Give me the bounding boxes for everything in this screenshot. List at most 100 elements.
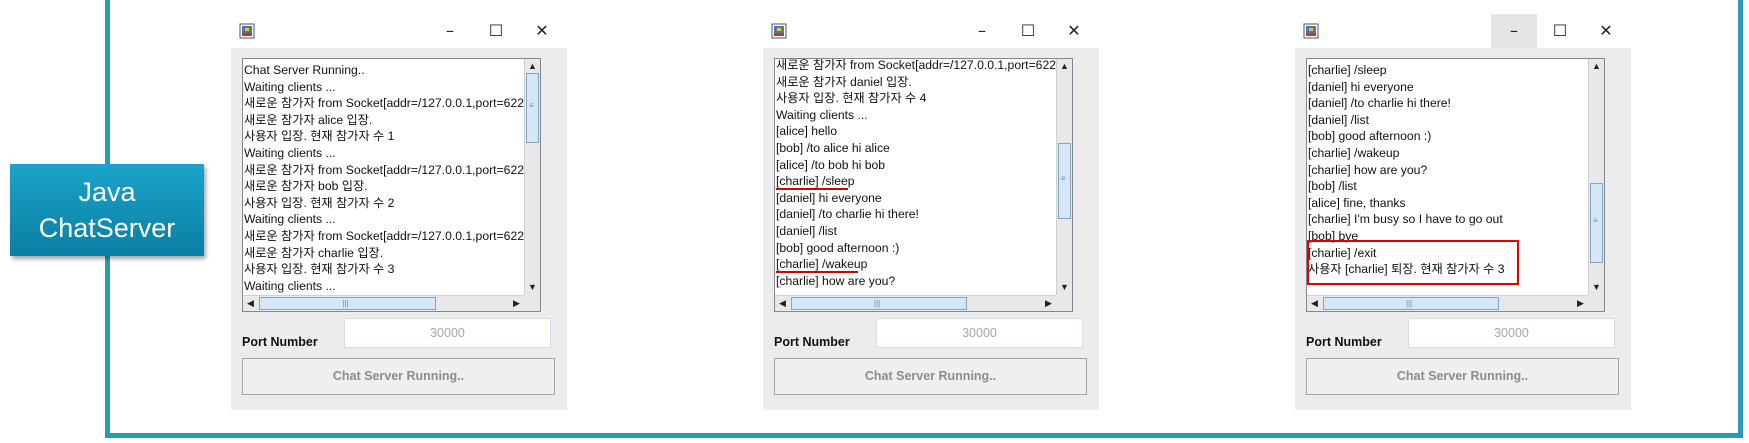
title-bar[interactable]: – ☐ ✕ [763, 14, 1099, 48]
java-app-icon [1303, 23, 1319, 39]
port-number-input[interactable]: 30000 [344, 318, 551, 348]
horizontal-scrollbar[interactable]: ◀ ||| ▶ [1307, 295, 1588, 311]
scroll-right-arrow-icon[interactable]: ▶ [509, 296, 524, 311]
log-line: 새로운 참가자 daniel 입장. [776, 74, 912, 89]
scroll-down-arrow-icon[interactable]: ▼ [525, 280, 540, 295]
log-line: [daniel] /to charlie hi there! [776, 207, 919, 222]
log-line: [daniel] /to charlie hi there! [1308, 96, 1451, 111]
scroll-right-arrow-icon[interactable]: ▶ [1573, 296, 1588, 311]
title-bar[interactable]: – ☐ ✕ [231, 14, 567, 48]
log-line: 새로운 참가자 from Socket[addr=/127.0.0.1,port… [244, 229, 538, 243]
vertical-thumb-grip-icon: ≡ [1593, 216, 1598, 225]
log-line: [alice] hello [776, 124, 837, 139]
scroll-corner [1588, 295, 1604, 311]
log-line: Waiting clients ... [244, 278, 336, 293]
maximize-icon[interactable]: ☐ [1537, 14, 1583, 48]
close-icon[interactable]: ✕ [519, 14, 565, 48]
scroll-left-arrow-icon[interactable]: ◀ [1307, 296, 1322, 311]
badge-line-1: Java [78, 177, 136, 207]
scroll-corner [524, 295, 540, 311]
log-line: 새로운 참가자 bob 입장. [244, 179, 368, 194]
java-app-icon [239, 23, 255, 39]
chat-server-running-button[interactable]: Chat Server Running.. [774, 358, 1087, 395]
horizontal-thumb-grip-icon: ||| [342, 299, 349, 308]
title-bar[interactable]: – ☐ ✕ [1295, 14, 1631, 48]
horizontal-scroll-thumb[interactable]: ||| [259, 297, 436, 310]
log-line: 사용자 입장. 현재 참가자 수 3 [244, 262, 395, 277]
log-line: Waiting clients ... [244, 79, 336, 94]
scroll-left-arrow-icon[interactable]: ◀ [775, 296, 790, 311]
log-line: [daniel] /list [776, 224, 837, 238]
log-line: 사용자 입장. 현재 참가자 수 4 [776, 91, 927, 106]
chat-log-textarea[interactable]: Chat Server Running.. Waiting clients ...… [242, 58, 541, 312]
vertical-thumb-grip-icon: ≡ [529, 101, 534, 110]
chat-log-lines: 새로운 참가자 from Socket[addr=/127.0.0.1,port… [775, 59, 1071, 295]
badge-line-2: ChatServer [38, 213, 176, 243]
log-line: 사용자 입장. 현재 참가자 수 1 [244, 129, 395, 144]
highlight-underline [776, 271, 858, 274]
maximize-icon[interactable]: ☐ [473, 14, 519, 48]
title-badge: Java ChatServer [10, 164, 204, 256]
log-line: [alice] /to bob hi bob [776, 157, 886, 172]
maximize-icon[interactable]: ☐ [1005, 14, 1051, 48]
horizontal-scrollbar[interactable]: ◀ ||| ▶ [243, 295, 524, 311]
log-line: [daniel] /list [1308, 112, 1369, 127]
highlight-underline [776, 188, 848, 191]
scroll-up-arrow-icon[interactable]: ▲ [1057, 59, 1072, 74]
port-number-input[interactable]: 30000 [1408, 318, 1615, 348]
log-line: [charlie] how are you? [1308, 162, 1428, 177]
scroll-up-arrow-icon[interactable]: ▲ [1589, 59, 1604, 74]
log-line: [bob] /to alice hi alice [776, 141, 890, 155]
vertical-scrollbar[interactable]: ▲ ≡ ▼ [1056, 59, 1072, 295]
port-number-label: Port Number [242, 335, 318, 349]
log-line: [daniel] hi everyone [1308, 79, 1414, 94]
close-icon[interactable]: ✕ [1583, 14, 1629, 48]
vertical-scrollbar[interactable]: ▲ ≡ ▼ [524, 59, 540, 295]
log-line: [bob] good afternoon :) [1308, 129, 1432, 144]
horizontal-scrollbar[interactable]: ◀ ||| ▶ [775, 295, 1056, 311]
log-line: [charlie] /sleep [1308, 63, 1387, 77]
chat-server-running-button[interactable]: Chat Server Running.. [1306, 358, 1619, 395]
scroll-left-arrow-icon[interactable]: ◀ [243, 296, 258, 311]
chat-log-lines: [charlie] /sleep [daniel] hi everyone [dan… [1307, 59, 1603, 295]
vertical-scroll-thumb[interactable]: ≡ [1590, 183, 1603, 263]
vertical-thumb-grip-icon: ≡ [1061, 174, 1066, 183]
log-line: 새로운 참가자 alice 입장. [244, 112, 373, 127]
log-line: Waiting clients ... [776, 107, 868, 122]
horizontal-thumb-grip-icon: ||| [1406, 299, 1413, 308]
scroll-down-arrow-icon[interactable]: ▼ [1057, 280, 1072, 295]
horizontal-scroll-thumb[interactable]: ||| [791, 297, 967, 310]
java-app-icon [771, 23, 787, 39]
chat-server-window-2: – ☐ ✕ 새로운 참가자 from Socket[addr=/127.0.0.… [763, 14, 1099, 410]
minimize-icon[interactable]: – [959, 14, 1005, 48]
scroll-up-arrow-icon[interactable]: ▲ [525, 59, 540, 74]
highlight-box [1307, 239, 1519, 285]
log-line: Chat Server Running.. [244, 63, 365, 77]
log-line: Waiting clients ... [244, 212, 336, 227]
log-line: [charlie] /wakeup [1308, 146, 1400, 160]
port-number-label: Port Number [1306, 335, 1382, 349]
minimize-icon[interactable]: – [1491, 14, 1537, 48]
chat-log-lines: Chat Server Running.. Waiting clients ...… [243, 59, 539, 295]
log-line: 새로운 참가자 from Socket[addr=/127.0.0.1,port… [244, 162, 538, 177]
log-line: [alice] fine, thanks [1308, 195, 1406, 210]
scroll-down-arrow-icon[interactable]: ▼ [1589, 280, 1604, 295]
log-line: [daniel] hi everyone [776, 190, 882, 205]
minimize-icon[interactable]: – [427, 14, 473, 48]
vertical-scrollbar[interactable]: ▲ ≡ ▼ [1588, 59, 1604, 295]
chat-log-textarea[interactable]: [charlie] /sleep [daniel] hi everyone [dan… [1306, 58, 1605, 312]
log-line: 새로운 참가자 from Socket[addr=/127.0.0.1,port… [244, 96, 538, 111]
horizontal-scroll-thumb[interactable]: ||| [1323, 297, 1499, 310]
scroll-right-arrow-icon[interactable]: ▶ [1041, 296, 1056, 311]
log-line: 새로운 참가자 from Socket[addr=/127.0.0.1,port… [776, 59, 1070, 72]
log-line: [bob] /list [1308, 179, 1357, 194]
log-line: [charlie] I'm busy so I have to go out [1308, 212, 1503, 227]
chat-log-textarea[interactable]: 새로운 참가자 from Socket[addr=/127.0.0.1,port… [774, 58, 1073, 312]
vertical-scroll-thumb[interactable]: ≡ [1058, 143, 1071, 219]
close-icon[interactable]: ✕ [1051, 14, 1097, 48]
vertical-scroll-thumb[interactable]: ≡ [526, 73, 539, 143]
log-line: 새로운 참가자 charlie 입장. [244, 245, 384, 260]
chat-server-running-button[interactable]: Chat Server Running.. [242, 358, 555, 395]
port-number-input[interactable]: 30000 [876, 318, 1083, 348]
scroll-corner [1056, 295, 1072, 311]
